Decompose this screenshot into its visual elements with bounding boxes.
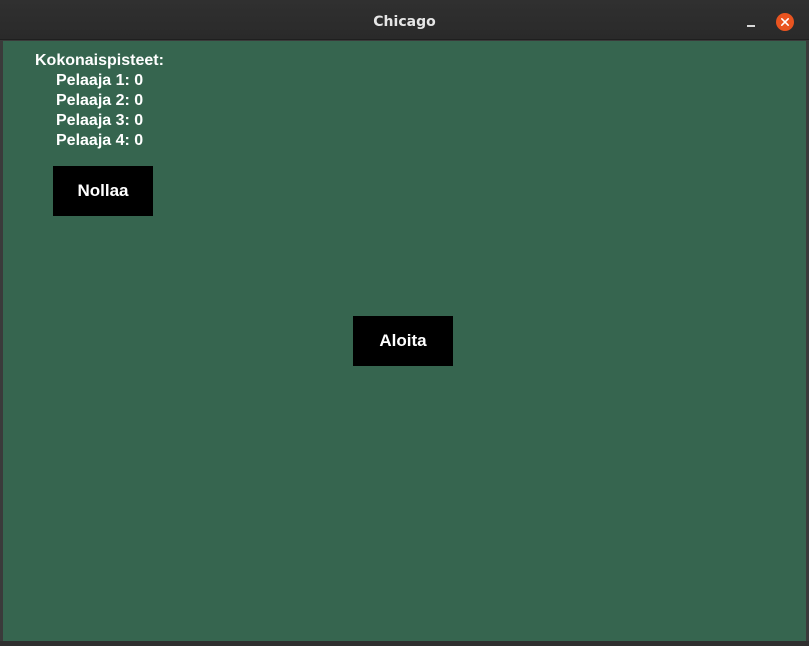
app-window: Chicago Kokonaispisteet: Pelaaja 1: 0 Pe… <box>0 0 809 646</box>
close-icon <box>776 13 794 31</box>
start-button[interactable]: Aloita <box>353 316 453 366</box>
player-3-score: Pelaaja 3: 0 <box>56 112 144 129</box>
player-4-score: Pelaaja 4: 0 <box>56 132 144 149</box>
player-1-score: Pelaaja 1: 0 <box>56 72 144 89</box>
title-bar[interactable]: Chicago <box>0 0 809 40</box>
window-title: Chicago <box>373 14 436 30</box>
player-2-score: Pelaaja 2: 0 <box>56 92 144 109</box>
score-heading: Kokonaispisteet: <box>35 52 164 69</box>
minimize-button[interactable] <box>741 13 761 33</box>
bottom-edge <box>0 641 809 646</box>
reset-button[interactable]: Nollaa <box>53 166 153 216</box>
game-table: Kokonaispisteet: Pelaaja 1: 0 Pelaaja 2:… <box>3 41 806 641</box>
close-button[interactable] <box>776 13 794 31</box>
